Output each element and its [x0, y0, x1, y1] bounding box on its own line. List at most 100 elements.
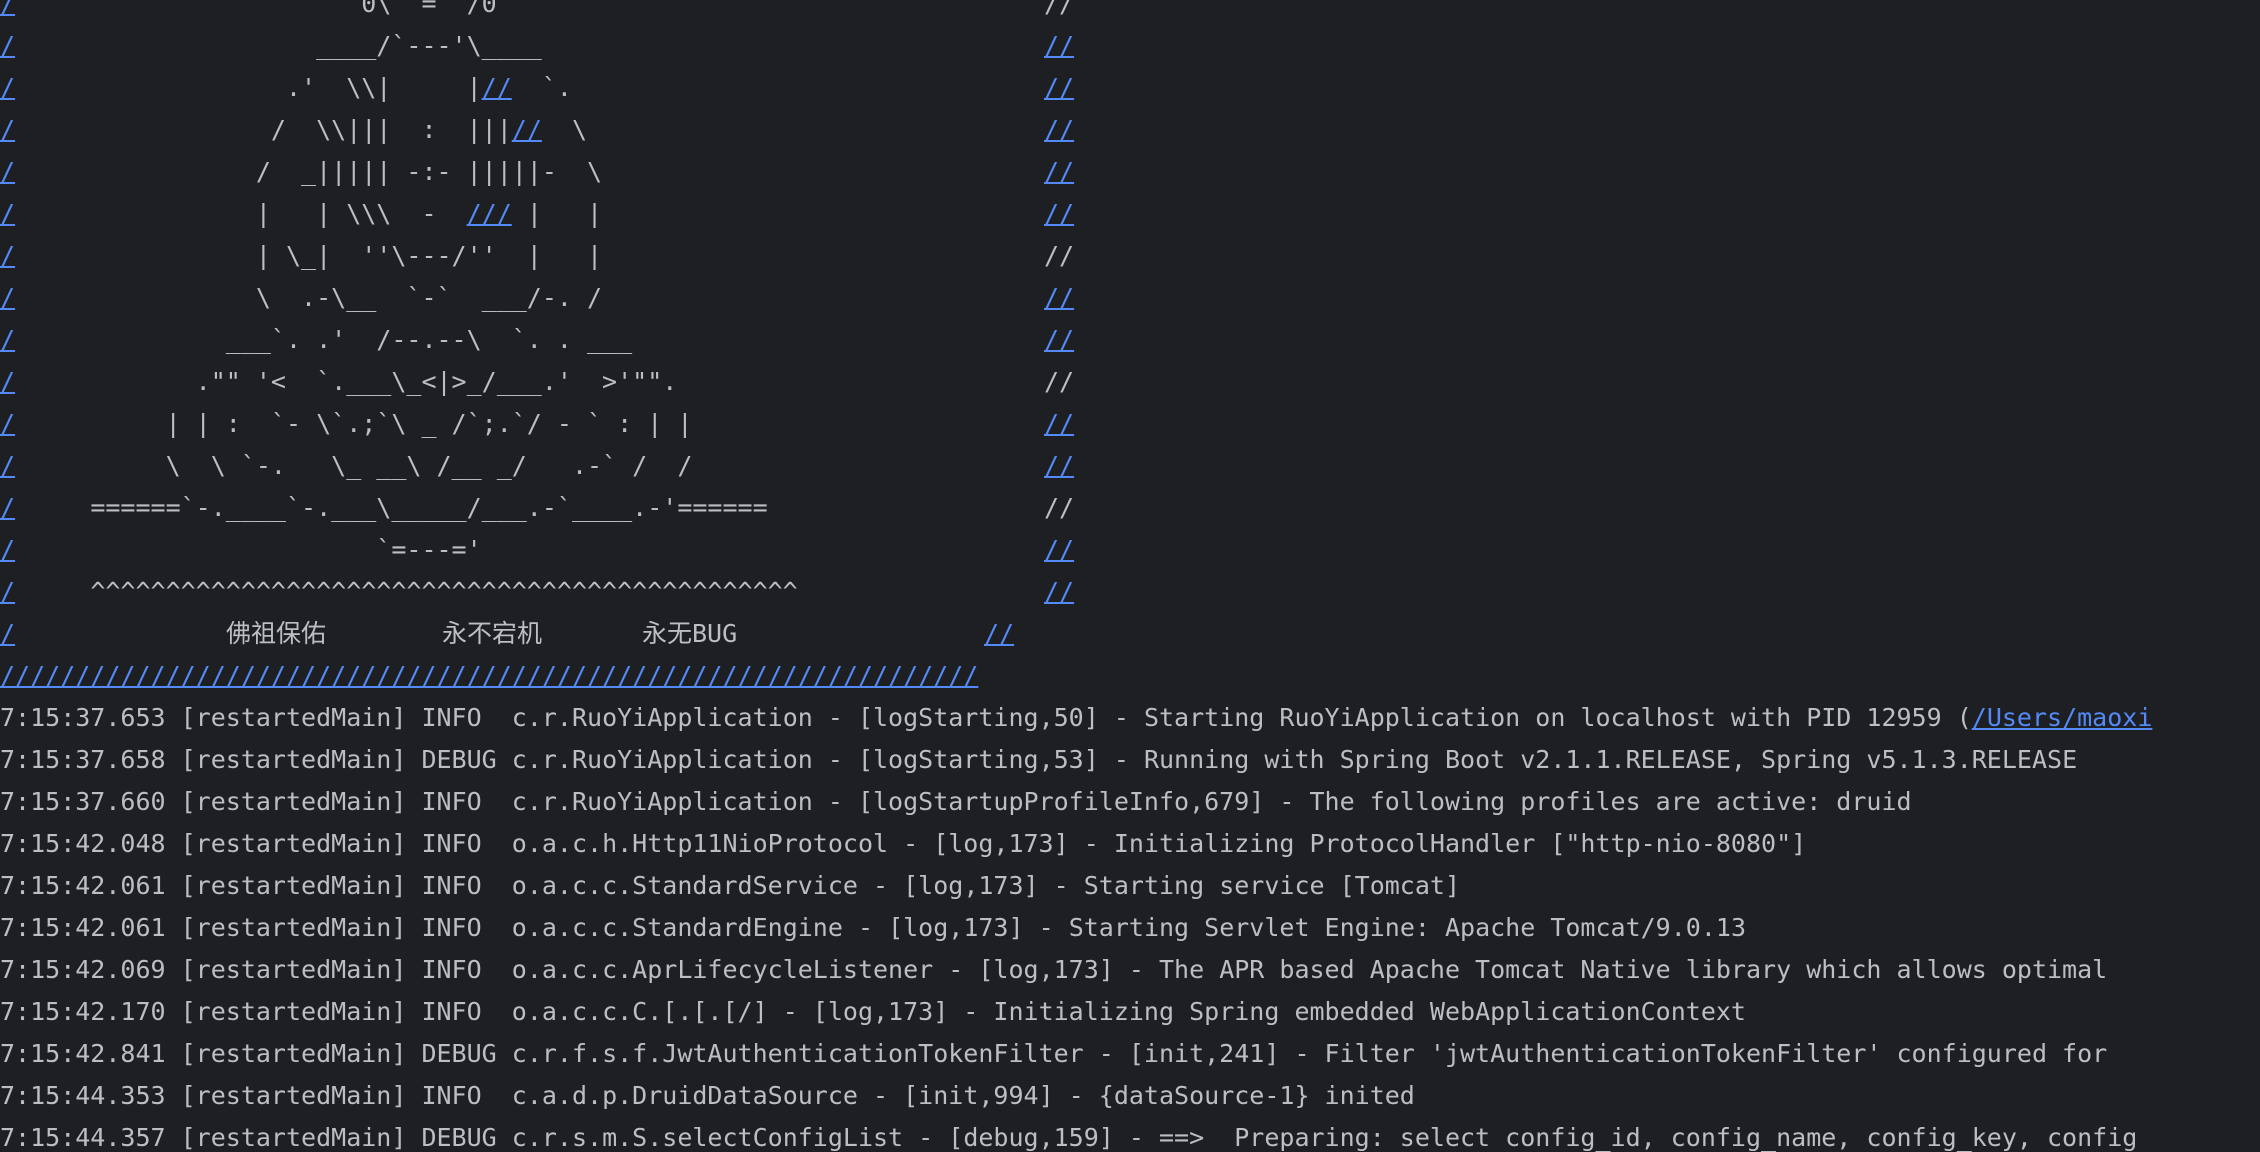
run-console-output[interactable]: / 0\ = /0 /// ____/`---'\____ /// .' \\|… [0, 0, 2260, 1152]
log-line: 7:15:42.841 [restartedMain] DEBUG c.r.f.… [0, 1033, 2107, 1075]
log-level: INFO [421, 871, 512, 900]
log-message: The following profiles are active: druid [1309, 787, 1912, 816]
log-logger: c.r.RuoYiApplication - [511, 745, 858, 774]
banner-left-slash[interactable]: / [0, 535, 15, 564]
banner-art: ___`. .' /--.--\ `. . ___ [15, 325, 768, 354]
banner-line: / \ .-\__ `-` ___/-. / // [0, 277, 1074, 319]
log-time: 7:15:37.660 [0, 787, 181, 816]
banner-line: / ======`-.____`-.___\_____/___.-`____.-… [0, 487, 1074, 529]
banner-right-slash: // [1044, 0, 1075, 18]
log-level: INFO [421, 997, 512, 1026]
log-message: Starting RuoYiApplication on localhost w… [1143, 703, 1972, 732]
banner-line: / / \\||| : |||// \ // [0, 109, 1074, 151]
log-time: 7:15:42.048 [0, 829, 181, 858]
banner-left-slash[interactable]: / [0, 73, 15, 102]
log-time: 7:15:42.061 [0, 871, 181, 900]
banner-left-slash[interactable]: / [0, 0, 15, 18]
banner-right-slash[interactable]: // [1044, 25, 1074, 67]
blessing-text: 佛祖保佑 [226, 619, 327, 648]
log-logger: c.r.RuoYiApplication - [511, 787, 858, 816]
banner-right-slash[interactable]: // [1044, 571, 1074, 613]
log-method: [init,241] - [1128, 1039, 1325, 1068]
banner-art: ."" '< `.___\_<|>_/___.' >'"". [15, 367, 783, 396]
banner-line: / | | \\\ - /// | | // [0, 193, 1074, 235]
banner-line: / ____/`---'\____ // [0, 25, 1074, 67]
log-message: Initializing ProtocolHandler ["http-nio-… [1113, 829, 1807, 858]
banner-left-slash[interactable]: / [0, 115, 15, 144]
log-line: 7:15:37.660 [restartedMain] INFO c.r.Ruo… [0, 781, 1912, 823]
banner-art: / \\||| : ||| [15, 115, 512, 144]
banner-art: ____/`---'\____ [15, 31, 768, 60]
banner-left-slash[interactable]: / [0, 157, 15, 186]
log-logger: o.a.c.c.StandardEngine - [511, 913, 889, 942]
banner-left-slash[interactable]: / [0, 367, 15, 396]
log-method: [log,173] - [933, 829, 1114, 858]
log-level: INFO [421, 703, 512, 732]
banner-art: ^^^^^^^^^^^^^^^^^^^^^^^^^^^^^^^^^^^^^^^^… [15, 577, 798, 606]
banner-art: | | : `- \`.;`\ _ /`;.`/ - ` : | | [15, 409, 768, 438]
log-message: Filter 'jwtAuthenticationTokenFilter' co… [1324, 1039, 2108, 1068]
banner-right-slash[interactable]: // [1044, 529, 1074, 571]
log-message: Initializing Spring embedded WebApplicat… [993, 997, 1746, 1026]
log-level: DEBUG [421, 1039, 512, 1068]
banner-left-slash[interactable]: / [0, 199, 15, 228]
log-time: 7:15:42.170 [0, 997, 181, 1026]
log-thread: [restartedMain] [180, 1039, 422, 1068]
log-logger: o.a.c.c.AprLifecycleListener - [511, 955, 979, 984]
banner-left-slash[interactable]: / [0, 241, 15, 270]
banner-left-slash[interactable]: / [0, 451, 15, 480]
log-method: [logStarting,53] - [857, 745, 1144, 774]
banner-right-slash[interactable]: // [1044, 277, 1074, 319]
banner-right-slash: // [1044, 241, 1075, 270]
log-message: The APR based Apache Tomcat Native libra… [1158, 955, 2108, 984]
banner-line: / | \_| ''\---/'' | | // [0, 235, 1074, 277]
log-logger: o.a.c.c.StandardService - [511, 871, 904, 900]
log-time: 7:15:44.353 [0, 1081, 181, 1110]
log-file-link[interactable]: /Users/maoxi [1972, 703, 2153, 732]
banner-right-slash[interactable]: // [1044, 403, 1074, 445]
banner-left-slash[interactable]: / [0, 325, 15, 354]
banner-art: ======`-.____`-.___\_____/___.-`____.-'=… [15, 493, 768, 522]
banner-art: \ \ `-. \_ __\ /__ _/ .-` / / [15, 451, 768, 480]
banner-right-slash[interactable]: // [1044, 109, 1074, 151]
log-method: [log,173] - [812, 997, 994, 1026]
banner-right-slash[interactable]: // [1044, 151, 1074, 193]
log-logger: o.a.c.c.C.[.[.[/] - [511, 997, 813, 1026]
log-method: [log,173] - [888, 913, 1069, 942]
banner-line: / 0\ = /0 // [0, 0, 1074, 25]
banner-left-slash[interactable]: / [0, 409, 15, 438]
banner-right-slash[interactable]: // [1044, 445, 1074, 487]
log-thread: [restartedMain] [180, 913, 422, 942]
banner-art-link[interactable]: /// [467, 199, 512, 228]
banner-right-slash[interactable]: // [1044, 319, 1074, 361]
log-logger: c.r.RuoYiApplication - [511, 703, 858, 732]
banner-left-slash[interactable]: / [0, 31, 15, 60]
log-thread: [restartedMain] [180, 871, 422, 900]
log-time: 7:15:44.357 [0, 1123, 181, 1152]
banner-art: | | [511, 199, 768, 228]
banner-border[interactable]: ////////////////////////////////////////… [0, 661, 978, 690]
banner-left-slash[interactable]: / [0, 493, 15, 522]
banner-left-slash[interactable]: / [0, 619, 15, 648]
log-message: Running with Spring Boot v2.1.1.RELEASE,… [1143, 745, 2078, 774]
banner-art: .' \\| | [15, 73, 482, 102]
banner-art-link[interactable]: // [512, 115, 542, 144]
banner-art: | \_| ''\---/'' | | [15, 241, 768, 270]
log-method: [log,173] - [978, 955, 1159, 984]
banner-right-slash[interactable]: // [1044, 67, 1074, 109]
banner-art: \ .-\__ `-` ___/-. / [15, 283, 768, 312]
log-method: [logStartupProfileInfo,679] - [857, 787, 1310, 816]
banner-art: `=---=' [15, 535, 783, 564]
log-thread: [restartedMain] [180, 703, 422, 732]
log-thread: [restartedMain] [180, 787, 422, 816]
banner-right-slash[interactable]: // [984, 613, 1014, 655]
log-time: 7:15:37.658 [0, 745, 181, 774]
log-time: 7:15:42.069 [0, 955, 181, 984]
banner-left-slash[interactable]: / [0, 577, 15, 606]
banner-art: \ [541, 115, 768, 144]
banner-right-slash[interactable]: // [1044, 193, 1074, 235]
banner-right-slash: // [1044, 493, 1075, 522]
banner-left-slash[interactable]: / [0, 283, 15, 312]
banner-line: / ^^^^^^^^^^^^^^^^^^^^^^^^^^^^^^^^^^^^^^… [0, 571, 1074, 613]
banner-art-link[interactable]: // [482, 73, 512, 102]
